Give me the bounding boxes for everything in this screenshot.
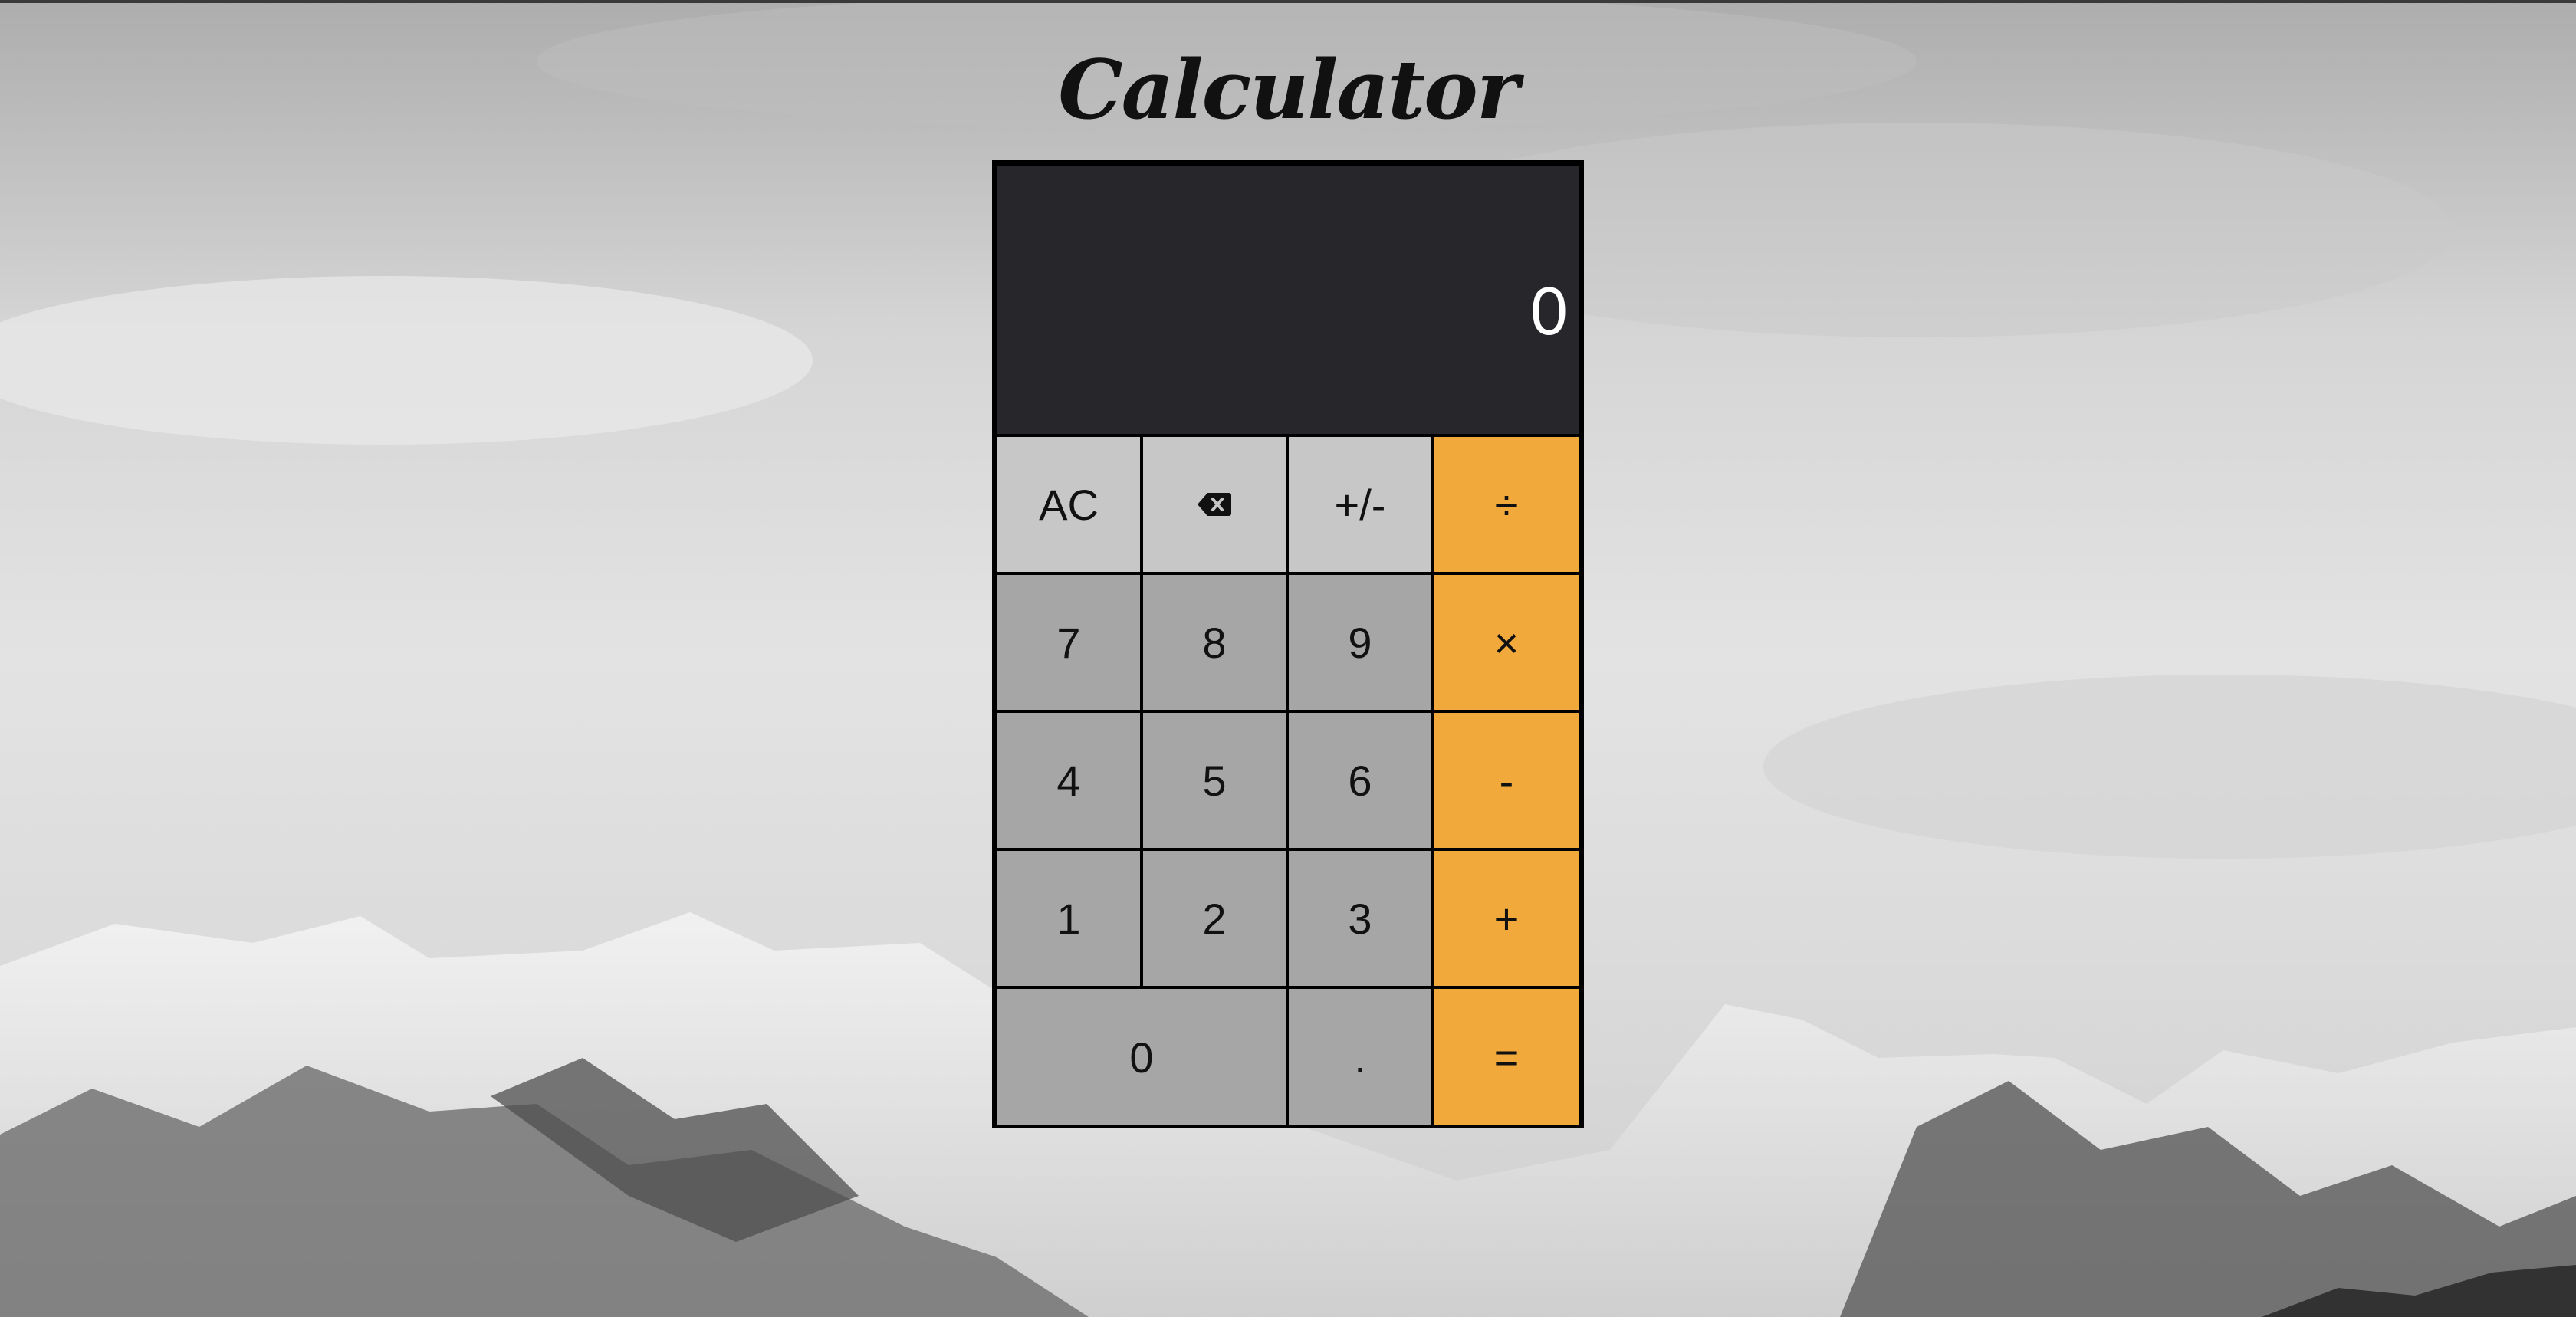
digit-0-button[interactable]: 0 bbox=[997, 989, 1286, 1125]
display-value: 0 bbox=[1530, 273, 1568, 349]
top-border bbox=[0, 0, 2576, 3]
decimal-button[interactable]: . bbox=[1289, 989, 1431, 1125]
digit-1-button[interactable]: 1 bbox=[997, 851, 1140, 986]
digit-6-button[interactable]: 6 bbox=[1289, 713, 1431, 848]
clear-button[interactable]: AC bbox=[997, 437, 1140, 572]
digit-9-button[interactable]: 9 bbox=[1289, 575, 1431, 710]
digit-2-button[interactable]: 2 bbox=[1143, 851, 1286, 986]
digit-3-button[interactable]: 3 bbox=[1289, 851, 1431, 986]
backspace-button[interactable] bbox=[1143, 437, 1286, 572]
digit-4-button[interactable]: 4 bbox=[997, 713, 1140, 848]
add-button[interactable]: + bbox=[1434, 851, 1579, 986]
divide-button[interactable]: ÷ bbox=[1434, 437, 1579, 572]
subtract-button[interactable]: - bbox=[1434, 713, 1579, 848]
equals-button[interactable]: = bbox=[1434, 989, 1579, 1125]
digit-8-button[interactable]: 8 bbox=[1143, 575, 1286, 710]
page-title: Calculator bbox=[1058, 41, 1519, 137]
calculator: 0 AC +/- ÷ 7 8 9 × 4 5 6 - 1 2 3 + 0 . = bbox=[992, 160, 1584, 1128]
multiply-button[interactable]: × bbox=[1434, 575, 1579, 710]
backspace-icon bbox=[1197, 491, 1232, 517]
digit-5-button[interactable]: 5 bbox=[1143, 713, 1286, 848]
digit-7-button[interactable]: 7 bbox=[997, 575, 1140, 710]
calculator-display: 0 bbox=[997, 166, 1579, 434]
keypad: AC +/- ÷ 7 8 9 × 4 5 6 - 1 2 3 + 0 . = bbox=[997, 437, 1579, 1125]
sign-toggle-button[interactable]: +/- bbox=[1289, 437, 1431, 572]
